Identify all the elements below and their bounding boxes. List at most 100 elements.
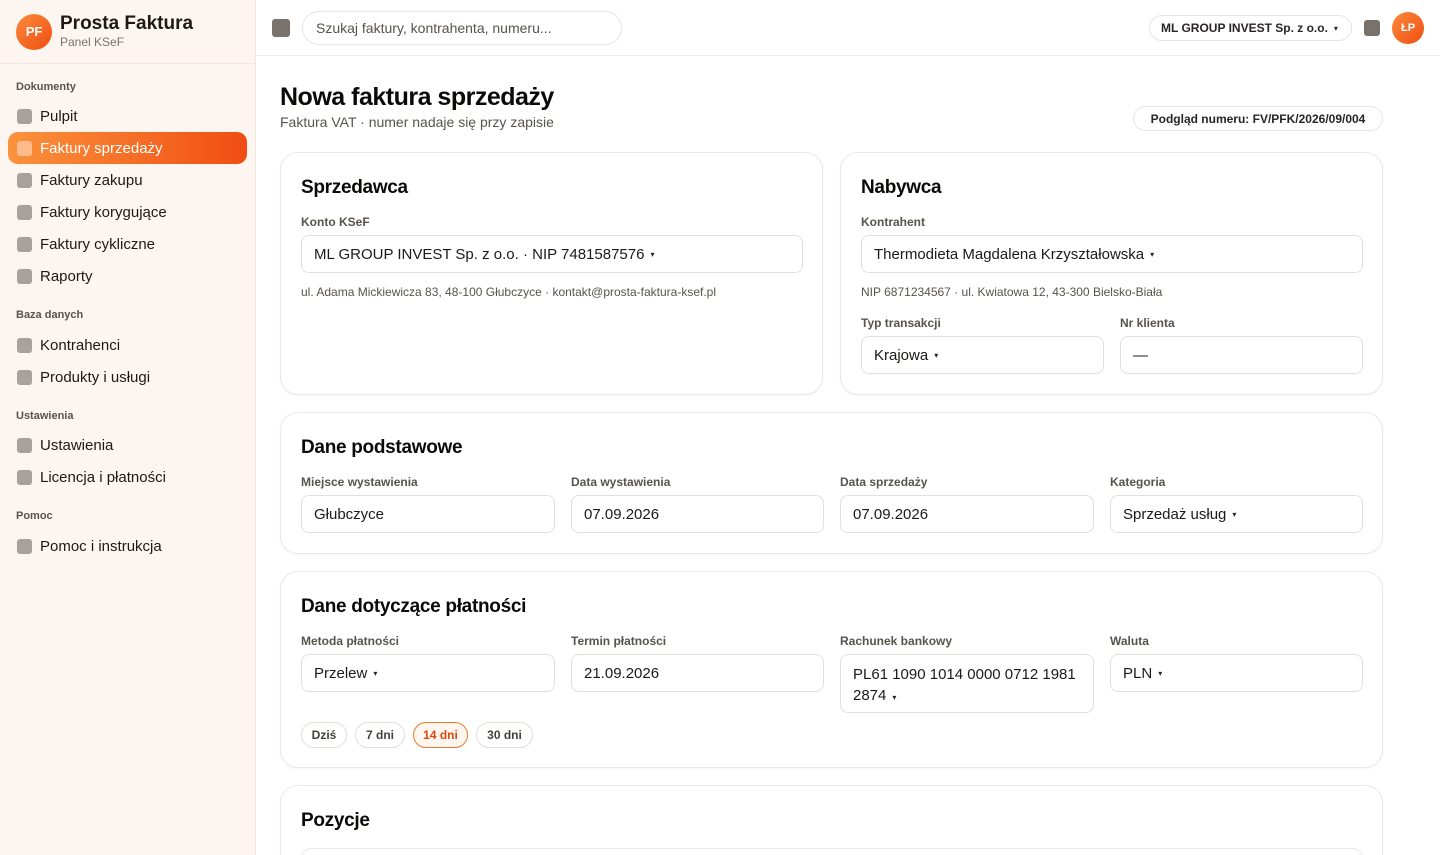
sidebar-item-faktury-zakupu[interactable]: Faktury zakupu xyxy=(8,164,247,196)
nav-section-pomoc: Pomoc xyxy=(16,510,53,522)
sidebar-item-label: Licencja i płatności xyxy=(40,468,166,486)
sidebar-item-faktury-korygujace[interactable]: Faktury korygujące xyxy=(8,196,247,228)
contacts-icon xyxy=(17,337,32,353)
buyer-details: NIP 6871234567 · ul. Kwiatowa 12, 43-300… xyxy=(861,285,1163,299)
sidebar-item-pomoc[interactable]: Pomoc i instrukcja xyxy=(8,530,247,562)
due-chip-14[interactable]: 14 dni xyxy=(413,722,468,748)
topbar: ML GROUP INVEST Sp. z o.o. ▾ ŁP xyxy=(256,0,1440,56)
chevron-down-icon: ▾ xyxy=(373,668,378,678)
invoice-icon xyxy=(17,140,32,156)
chevron-down-icon: ▾ xyxy=(1158,668,1163,678)
settings-icon xyxy=(17,437,32,453)
payment-title: Dane dotyczące płatności xyxy=(301,596,527,617)
currency-select[interactable]: PLN ▾ xyxy=(1110,654,1363,692)
issue-date-input[interactable]: 07.09.2026 xyxy=(571,495,824,533)
page-title: Nowa faktura sprzedaży xyxy=(280,83,554,111)
sidebar-item-label: Ustawienia xyxy=(40,436,114,454)
dashboard-icon xyxy=(17,108,32,124)
category-select[interactable]: Sprzedaż usług ▾ xyxy=(1110,495,1363,533)
chevron-down-icon: ▾ xyxy=(650,249,655,259)
issue-date-label: Data wystawienia xyxy=(571,475,671,489)
ksef-account-select[interactable]: ML GROUP INVEST Sp. z o.o. · NIP 7481587… xyxy=(301,235,803,273)
sale-date-value: 07.09.2026 xyxy=(853,505,929,523)
sidebar: PF Prosta Faktura Panel KSeF Dokumenty P… xyxy=(0,0,256,855)
seller-card: Sprzedawca Konto KSeF ML GROUP INVEST Sp… xyxy=(280,152,823,395)
avatar[interactable]: ŁP xyxy=(1392,12,1424,44)
bank-account-label: Rachunek bankowy xyxy=(840,634,953,648)
bank-account-line2: 2874 xyxy=(853,687,887,704)
chevron-down-icon: ▾ xyxy=(1232,509,1237,519)
menu-icon[interactable] xyxy=(272,19,290,37)
brand-subtitle: Panel KSeF xyxy=(60,34,125,49)
search-input[interactable] xyxy=(302,11,622,45)
due-date-label: Termin płatności xyxy=(571,634,667,648)
positions-title: Pozycje xyxy=(301,810,370,831)
sale-date-label: Data sprzedaży xyxy=(840,475,928,489)
sidebar-item-produkty[interactable]: Produkty i usługi xyxy=(8,361,247,393)
chevron-down-icon: ▾ xyxy=(1333,23,1338,33)
chevron-down-icon: ▾ xyxy=(892,693,897,702)
reports-icon xyxy=(17,268,32,284)
ksef-account-label: Konto KSeF xyxy=(301,215,370,229)
sidebar-item-label: Pomoc i instrukcja xyxy=(40,537,162,555)
due-chip-30[interactable]: 30 dni xyxy=(476,722,533,748)
sidebar-item-label: Kontrahenci xyxy=(40,336,121,354)
ksef-account-value: ML GROUP INVEST Sp. z o.o. · NIP 7481587… xyxy=(314,245,645,263)
nav-section-dokumenty: Dokumenty xyxy=(16,81,76,93)
payment-method-value: Przelew xyxy=(314,664,368,682)
brand[interactable]: PF Prosta Faktura Panel KSeF xyxy=(0,0,255,64)
client-number-value: — xyxy=(1133,346,1148,364)
sidebar-item-label: Pulpit xyxy=(40,107,78,125)
basic-data-card: Dane podstawowe Miejsce wystawienia Głub… xyxy=(280,412,1383,554)
payment-method-select[interactable]: Przelew ▾ xyxy=(301,654,555,692)
contractor-value: Thermodieta Magdalena Krzyształowska xyxy=(874,245,1145,263)
chevron-down-icon: ▾ xyxy=(934,350,939,360)
sale-date-input[interactable]: 07.09.2026 xyxy=(840,495,1094,533)
basic-data-title: Dane podstawowe xyxy=(301,437,463,458)
due-chip-7[interactable]: 7 dni xyxy=(355,722,405,748)
recurring-icon xyxy=(17,236,32,252)
notifications-icon[interactable] xyxy=(1364,20,1380,36)
sidebar-item-licencja[interactable]: Licencja i płatności xyxy=(8,461,247,493)
category-value: Sprzedaż usług xyxy=(1123,505,1227,523)
contractor-select[interactable]: Thermodieta Magdalena Krzyształowska ▾ xyxy=(861,235,1363,273)
payment-card: Dane dotyczące płatności Metoda płatnośc… xyxy=(280,571,1383,768)
buyer-title: Nabywca xyxy=(861,177,942,198)
sidebar-item-faktury-sprzedazy[interactable]: Faktury sprzedaży xyxy=(8,132,247,164)
due-date-input[interactable]: 21.09.2026 xyxy=(571,654,824,692)
company-name: ML GROUP INVEST Sp. z o.o. xyxy=(1161,21,1328,35)
sidebar-item-label: Faktury zakupu xyxy=(40,171,143,189)
sidebar-item-label: Raporty xyxy=(40,267,93,285)
payment-method-label: Metoda płatności xyxy=(301,634,400,648)
sidebar-item-raporty[interactable]: Raporty xyxy=(8,260,247,292)
buyer-card: Nabywca Kontrahent Thermodieta Magdalena… xyxy=(840,152,1383,395)
transaction-type-select[interactable]: Krajowa ▾ xyxy=(861,336,1104,374)
positions-table xyxy=(301,848,1363,855)
place-value: Głubczyce xyxy=(314,505,385,523)
help-icon xyxy=(17,538,32,554)
seller-title: Sprzedawca xyxy=(301,177,408,198)
bank-account-select[interactable]: PL61 1090 1014 0000 0712 1981 2874 ▾ xyxy=(840,654,1094,713)
brand-logo: PF xyxy=(16,13,52,50)
due-date-value: 21.09.2026 xyxy=(584,664,660,682)
brand-title: Prosta Faktura xyxy=(60,12,194,34)
sidebar-item-pulpit[interactable]: Pulpit xyxy=(8,100,247,132)
nav-section-ustawienia: Ustawienia xyxy=(16,410,74,422)
sidebar-item-faktury-cykliczne[interactable]: Faktury cykliczne xyxy=(8,228,247,260)
sidebar-item-kontrahenci[interactable]: Kontrahenci xyxy=(8,329,247,361)
contractor-label: Kontrahent xyxy=(861,215,925,229)
bank-account-line1: PL61 1090 1014 0000 0712 1981 xyxy=(853,666,1076,683)
place-input[interactable]: Głubczyce xyxy=(301,495,555,533)
seller-address: ul. Adama Mickiewicza 83, 48-100 Głubczy… xyxy=(301,285,717,299)
chevron-down-icon: ▾ xyxy=(1150,249,1155,259)
client-number-input[interactable]: — xyxy=(1120,336,1363,374)
company-selector[interactable]: ML GROUP INVEST Sp. z o.o. ▾ xyxy=(1149,15,1352,41)
sidebar-item-label: Faktury korygujące xyxy=(40,203,167,221)
sidebar-item-label: Produkty i usługi xyxy=(40,368,151,386)
client-number-label: Nr klienta xyxy=(1120,316,1175,330)
sidebar-item-label: Faktury cykliczne xyxy=(40,235,156,253)
category-label: Kategoria xyxy=(1110,475,1166,489)
due-chip-today[interactable]: Dziś xyxy=(301,722,347,748)
sidebar-item-label: Faktury sprzedaży xyxy=(40,139,163,157)
sidebar-item-ustawienia[interactable]: Ustawienia xyxy=(8,429,247,461)
